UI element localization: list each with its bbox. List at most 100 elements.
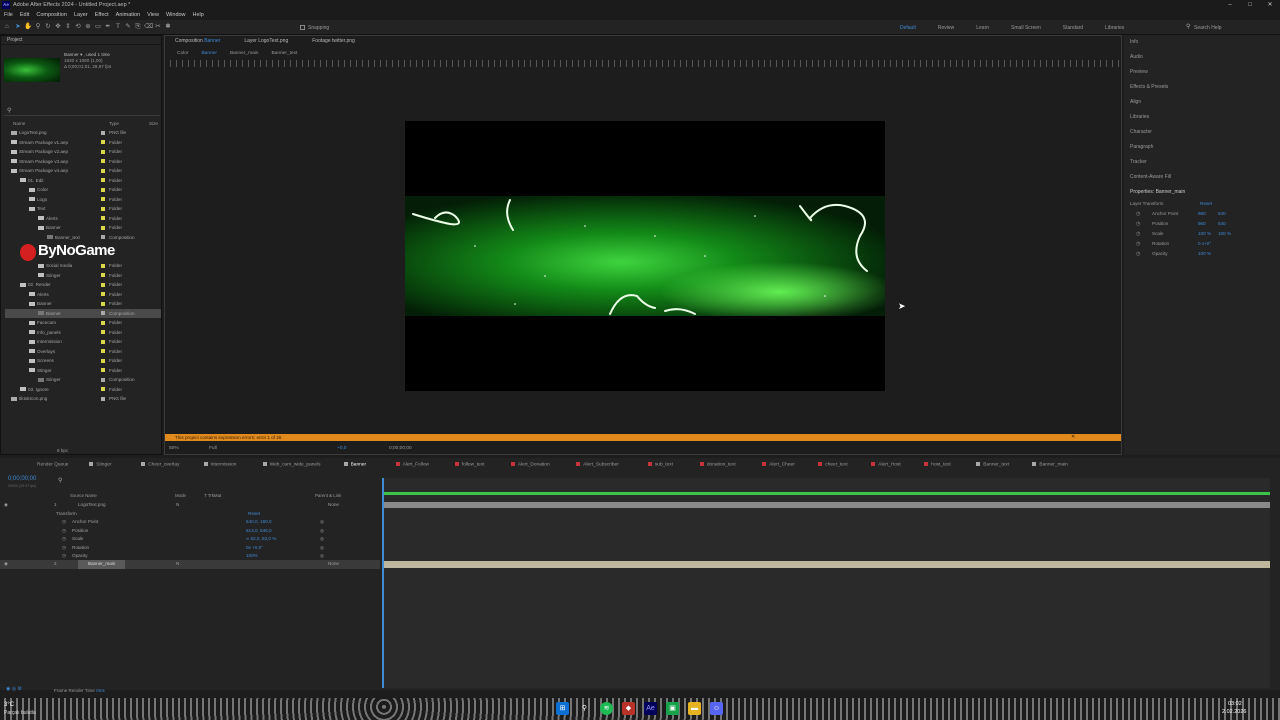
pan-tool-icon[interactable]: ✥ bbox=[54, 23, 62, 31]
after-effects-icon[interactable]: Ae bbox=[644, 702, 657, 715]
label-color[interactable] bbox=[101, 235, 105, 239]
stopwatch-icon[interactable]: ◷ bbox=[62, 518, 66, 527]
stopwatch-icon[interactable]: ◷ bbox=[62, 527, 66, 536]
label-color[interactable] bbox=[101, 197, 105, 201]
project-row[interactable]: Color Folder bbox=[5, 185, 161, 195]
timeline-tab[interactable]: sub_text bbox=[647, 462, 673, 467]
right-panel-item[interactable]: Character bbox=[1130, 129, 1152, 135]
col-name[interactable]: Name bbox=[13, 121, 25, 126]
project-row[interactable]: Stream Package v1.aep Folder bbox=[5, 138, 161, 148]
timeline-tab[interactable]: Banner_main bbox=[1032, 462, 1068, 467]
layer-parent[interactable]: None bbox=[328, 560, 339, 569]
app-red-icon[interactable]: ◆ bbox=[622, 702, 635, 715]
search-help[interactable]: Search Help bbox=[1194, 25, 1222, 31]
label-color[interactable] bbox=[101, 206, 105, 211]
col-source-name[interactable]: Source Name bbox=[70, 493, 97, 498]
project-row[interactable]: Banner Folder bbox=[5, 299, 161, 309]
property-value-1[interactable]: 960 bbox=[1198, 211, 1206, 216]
label-color[interactable] bbox=[101, 178, 105, 182]
project-row[interactable]: Screens Folder bbox=[5, 356, 161, 366]
error-close-icon[interactable]: ✕ bbox=[1071, 434, 1075, 441]
project-row[interactable]: Stinger Composition bbox=[5, 375, 161, 385]
property-value[interactable]: ∞ 82,0, 82,0 % bbox=[246, 535, 276, 544]
workspace-learn[interactable]: Learn bbox=[976, 25, 989, 31]
label-color[interactable] bbox=[101, 273, 105, 277]
label-color[interactable] bbox=[101, 159, 105, 163]
property-value-1[interactable]: 960 bbox=[1198, 221, 1206, 226]
project-row[interactable]: tiktokIcon.png PNG file bbox=[5, 394, 161, 404]
project-row[interactable]: Banner Composition bbox=[5, 308, 161, 318]
project-row[interactable]: Intermission Folder bbox=[5, 337, 161, 347]
menu-item-layer[interactable]: Layer bbox=[74, 11, 88, 20]
workspace-small-screen[interactable]: Small Screen bbox=[1011, 25, 1041, 31]
breadcrumb-item[interactable]: Color bbox=[177, 51, 188, 56]
label-color[interactable] bbox=[101, 301, 105, 306]
timeline-search-icon[interactable]: ⚲ bbox=[58, 477, 62, 484]
project-row[interactable]: Logo Folder bbox=[5, 195, 161, 205]
menu-item-edit[interactable]: Edit bbox=[20, 11, 29, 20]
stopwatch-icon[interactable]: ◷ bbox=[1136, 231, 1140, 237]
timeline-tab[interactable]: Banner_text bbox=[976, 462, 1009, 467]
col-type[interactable]: Type bbox=[109, 121, 119, 126]
pickwhip-icon[interactable]: ◎ bbox=[320, 527, 324, 536]
zoom-tool-icon[interactable]: ⚲ bbox=[34, 23, 42, 31]
label-color[interactable] bbox=[101, 225, 105, 230]
property-value-2[interactable]: 100 % bbox=[1218, 231, 1231, 236]
timeline-tab[interactable]: Banner bbox=[343, 462, 366, 467]
search-icon[interactable]: ⚲ bbox=[578, 702, 591, 715]
project-row[interactable]: Stinger Folder bbox=[5, 366, 161, 376]
reset-link[interactable]: Reset bbox=[1200, 201, 1212, 206]
label-color[interactable] bbox=[101, 330, 105, 334]
close-button[interactable]: ✕ bbox=[1260, 0, 1280, 11]
layer-bar-1[interactable] bbox=[382, 502, 1270, 508]
project-row[interactable]: Stream Package v3.aep Folder bbox=[5, 157, 161, 167]
property-value-1[interactable]: 100 % bbox=[1198, 231, 1211, 236]
label-color[interactable] bbox=[101, 368, 105, 372]
layer-row[interactable]: ◷ Position 613,0, 546,0 ◎ bbox=[0, 527, 380, 536]
visibility-eye-icon[interactable]: ◉ bbox=[4, 560, 8, 569]
type-tool-icon[interactable]: T bbox=[114, 23, 122, 31]
layer-row[interactable]: ◷ Anchor Point 540,0, 160,0 ◎ bbox=[0, 518, 380, 527]
right-panel-item[interactable]: Libraries bbox=[1130, 114, 1149, 120]
workspace-libraries[interactable]: Libraries bbox=[1105, 25, 1124, 31]
menu-item-file[interactable]: File bbox=[4, 11, 13, 20]
project-row[interactable]: Banner_text Composition bbox=[5, 233, 161, 243]
col-parent[interactable]: Parent & Link bbox=[315, 493, 341, 498]
label-color[interactable] bbox=[101, 187, 105, 192]
brush-tool-icon[interactable]: ✎ bbox=[124, 23, 132, 31]
timeline-tab[interactable]: Render Queue bbox=[30, 462, 68, 467]
dolly-tool-icon[interactable]: ⇕ bbox=[64, 23, 72, 31]
minimize-button[interactable]: – bbox=[1220, 0, 1240, 11]
layer-mode[interactable]: N bbox=[176, 560, 179, 569]
right-panel-item[interactable]: Info bbox=[1130, 39, 1138, 45]
selection-tool-icon[interactable]: ➤ bbox=[14, 23, 22, 31]
project-row[interactable]: Stream Package v4.aep Folder bbox=[5, 166, 161, 176]
stopwatch-icon[interactable]: ◷ bbox=[62, 552, 66, 561]
col-mode[interactable]: Mode bbox=[175, 493, 186, 498]
resolution-select[interactable]: Full bbox=[209, 446, 217, 451]
orbit-tool-icon[interactable]: ↻ bbox=[44, 23, 52, 31]
layer-row[interactable]: ◷ Opacity 100% ◎ bbox=[0, 552, 380, 561]
right-panel-item[interactable]: Audio bbox=[1130, 54, 1143, 60]
workspace-standard[interactable]: Standard bbox=[1063, 25, 1083, 31]
label-color[interactable] bbox=[101, 339, 105, 344]
project-row[interactable]: Facecam Folder bbox=[5, 318, 161, 328]
label-color[interactable] bbox=[101, 349, 105, 353]
timeline-tab[interactable]: donation_text bbox=[699, 462, 736, 467]
property-value-2[interactable]: 540 bbox=[1218, 211, 1226, 216]
menu-item-animation[interactable]: Animation bbox=[116, 11, 140, 20]
label-color[interactable] bbox=[101, 216, 105, 220]
rotate-tool-icon[interactable]: ⟲ bbox=[74, 23, 82, 31]
project-row[interactable]: 01. Edit Folder bbox=[5, 176, 161, 186]
pickwhip-icon[interactable]: ◎ bbox=[320, 535, 324, 544]
viewer-tab-composition[interactable]: Composition Banner bbox=[175, 38, 220, 44]
menu-item-view[interactable]: View bbox=[147, 11, 159, 20]
eraser-tool-icon[interactable]: ⌫ bbox=[144, 23, 153, 31]
menu-item-help[interactable]: Help bbox=[193, 11, 204, 20]
timeline-tab[interactable]: Stinger bbox=[89, 462, 111, 467]
timeline-track-area[interactable] bbox=[382, 478, 1270, 688]
layer-bar-2[interactable] bbox=[382, 561, 1270, 568]
breadcrumb-item[interactable]: Banner bbox=[201, 51, 216, 56]
pickwhip-icon[interactable]: ◎ bbox=[320, 552, 324, 561]
timeline-tab[interactable]: Alert_Donation bbox=[510, 462, 550, 467]
